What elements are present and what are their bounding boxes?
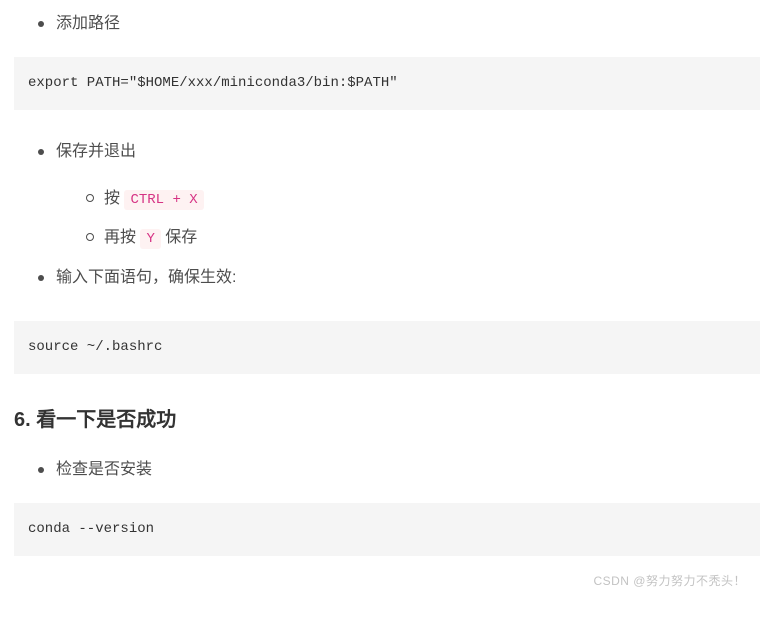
list-item: 添加路径	[56, 10, 760, 39]
code-text: export PATH="$HOME/xxx/miniconda3/bin:$P…	[28, 75, 398, 91]
code-block-conda: conda --version	[14, 503, 760, 556]
list-item: 输入下面语句，确保生效:	[56, 264, 760, 293]
code-text: source ~/.bashrc	[28, 339, 162, 355]
sub-list-item: 再按 Y 保存	[104, 224, 760, 253]
list-item-text: 输入下面语句，确保生效:	[56, 269, 236, 286]
bullet-list: 检查是否安装	[0, 456, 760, 485]
sub-item-suffix: 保存	[161, 229, 197, 246]
list-item-text: 检查是否安装	[56, 461, 152, 478]
sub-item-prefix: 再按	[104, 229, 140, 246]
watermark: CSDN @努力努力不秃头！	[593, 571, 746, 593]
article-content: 添加路径 export PATH="$HOME/xxx/miniconda3/b…	[0, 10, 760, 556]
sub-item-prefix: 按	[104, 190, 124, 207]
inline-code-y: Y	[140, 229, 160, 249]
code-block-source: source ~/.bashrc	[14, 321, 760, 374]
code-block-export: export PATH="$HOME/xxx/miniconda3/bin:$P…	[14, 57, 760, 110]
list-item-text: 保存并退出	[56, 143, 136, 160]
list-item: 检查是否安装	[56, 456, 760, 485]
sub-list-item: 按 CTRL + X	[104, 185, 760, 214]
bullet-list: 保存并退出 按 CTRL + X 再按 Y 保存 输入下面语句，确保生效:	[0, 138, 760, 293]
sub-list: 按 CTRL + X 再按 Y 保存	[56, 185, 760, 253]
bullet-list: 添加路径	[0, 10, 760, 39]
list-item: 保存并退出 按 CTRL + X 再按 Y 保存	[56, 138, 760, 252]
section-heading-6: 6. 看一下是否成功	[14, 402, 760, 438]
code-text: conda --version	[28, 521, 154, 537]
list-item-text: 添加路径	[56, 15, 120, 32]
inline-code-ctrl-x: CTRL + X	[124, 190, 203, 210]
